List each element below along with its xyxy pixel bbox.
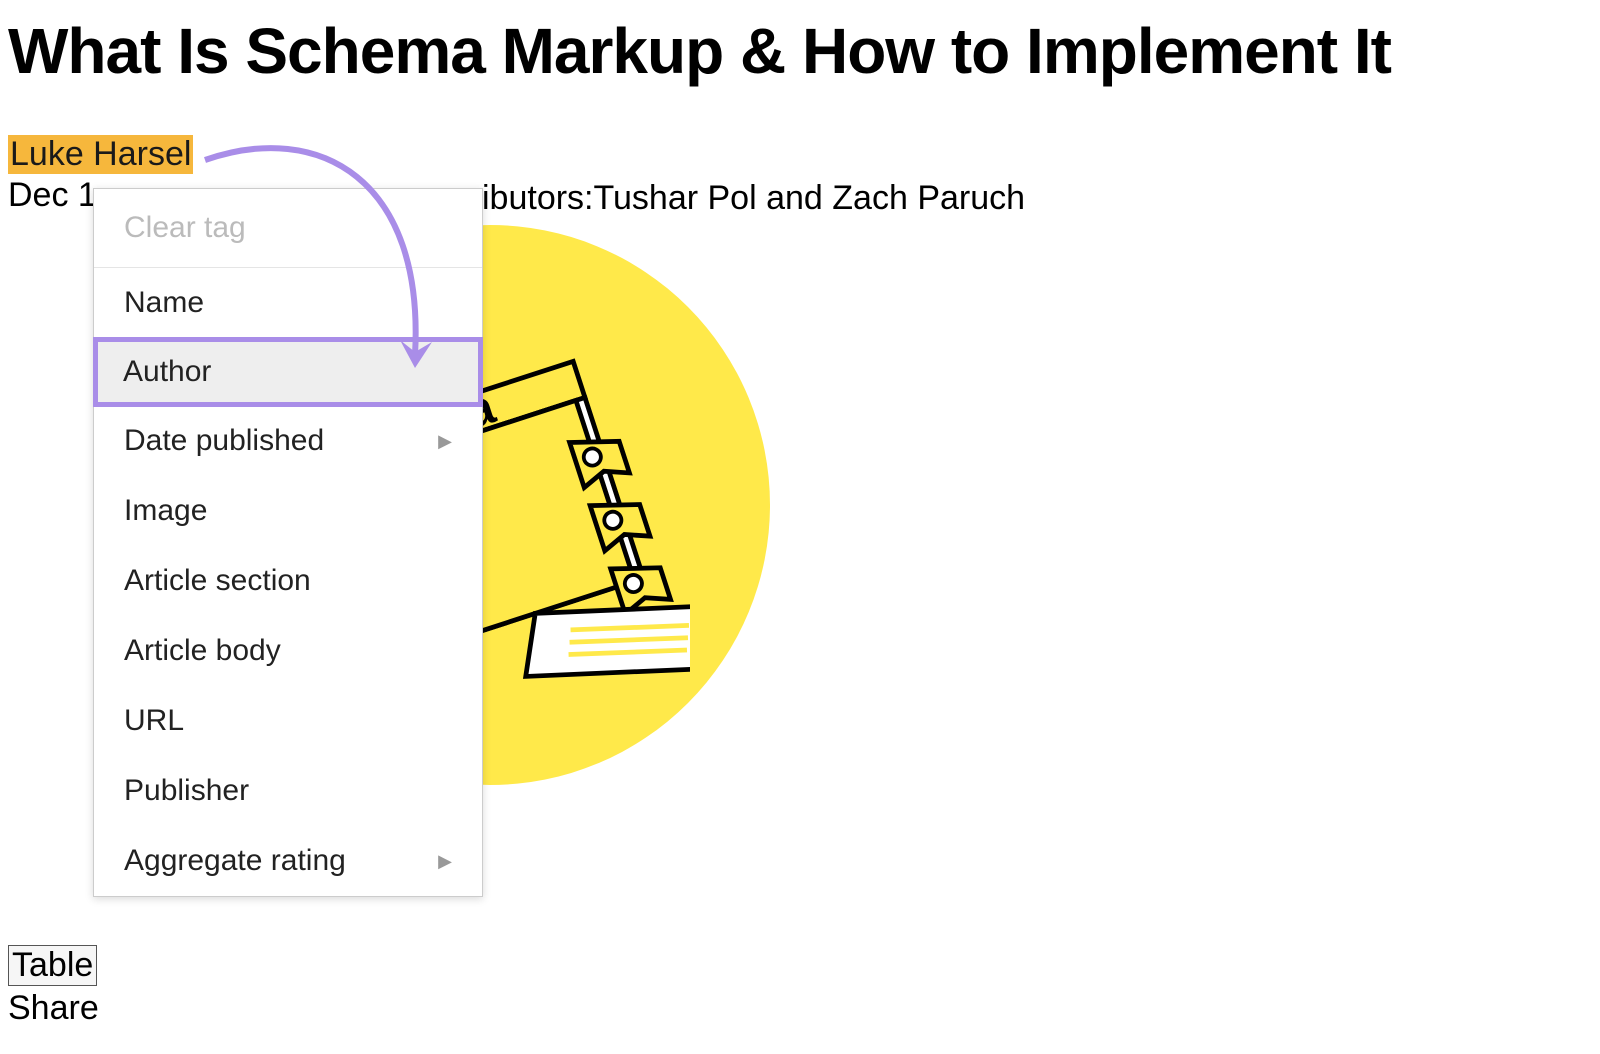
chevron-right-icon: ▶ (438, 851, 452, 872)
and-text: and (757, 179, 833, 217)
dropdown-item-label: Image (124, 494, 207, 528)
dropdown-item-image[interactable]: Image (94, 476, 482, 546)
table-of-contents-link[interactable]: Table (8, 945, 97, 986)
dropdown-item-label: Name (124, 286, 204, 320)
page-title: What Is Schema Markup & How to Implement… (0, 0, 1600, 85)
dropdown-item-label: Publisher (124, 774, 249, 808)
chevron-right-icon: ▶ (438, 431, 452, 452)
contributors-label: ibutors: (482, 179, 594, 217)
dropdown-item-label: Author (123, 355, 211, 389)
share-link[interactable]: Share (8, 989, 99, 1028)
dropdown-item-date-published[interactable]: Date published ▶ (94, 406, 482, 476)
dropdown-item-author[interactable]: Author (93, 337, 483, 407)
schema-tag-dropdown[interactable]: Clear tag Name Author Date published ▶ I… (93, 188, 483, 897)
dropdown-item-label: Date published (124, 424, 324, 458)
dropdown-item-url[interactable]: URL (94, 686, 482, 756)
dropdown-item-label: Article body (124, 634, 281, 668)
dropdown-item-label: Aggregate rating (124, 844, 346, 878)
dropdown-item-name[interactable]: Name (94, 268, 482, 338)
contributor-2: Zach Paruch (832, 179, 1025, 217)
dropdown-item-publisher[interactable]: Publisher (94, 756, 482, 826)
dropdown-item-article-section[interactable]: Article section (94, 546, 482, 616)
dropdown-item-article-body[interactable]: Article body (94, 616, 482, 686)
clear-tag-option: Clear tag (94, 189, 482, 268)
author-tag-highlight[interactable]: Luke Harsel (8, 135, 193, 174)
dropdown-item-aggregate-rating[interactable]: Aggregate rating ▶ (94, 826, 482, 896)
dropdown-item-label: URL (124, 704, 184, 738)
contributor-1: Tushar Pol (594, 179, 757, 217)
dropdown-item-label: Article section (124, 564, 311, 598)
contributors-line: ibutors:Tushar Pol and Zach Paruch (482, 179, 1025, 218)
